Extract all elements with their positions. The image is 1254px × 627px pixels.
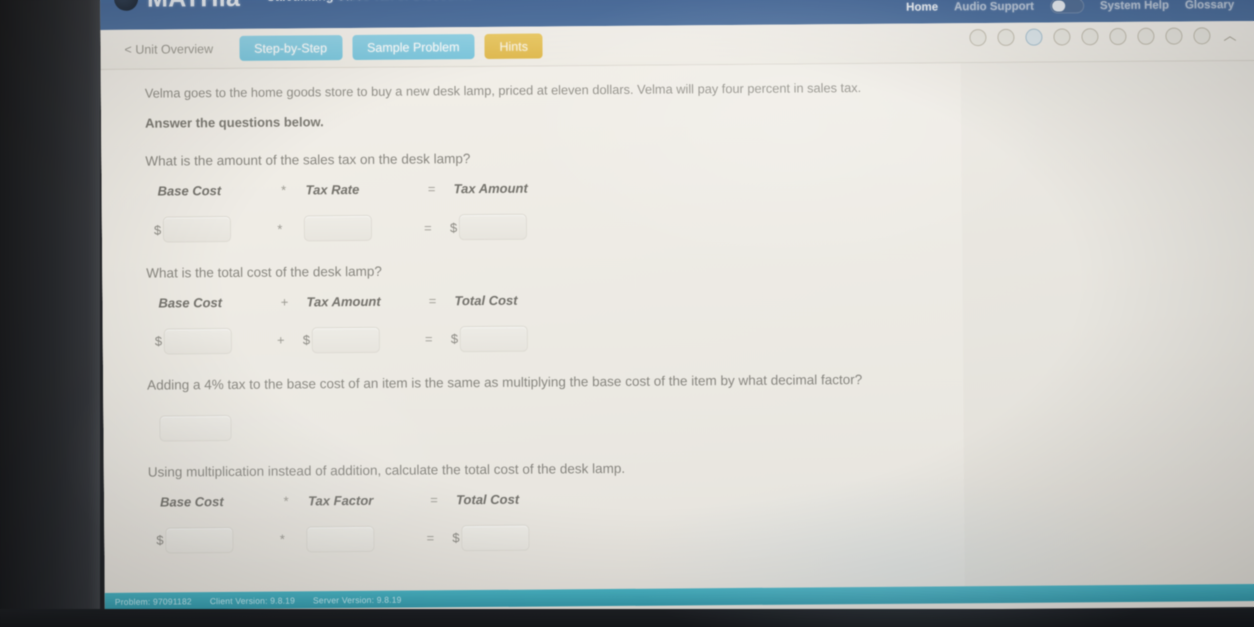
input-tax-amount[interactable] (311, 326, 381, 354)
input-decimal-factor[interactable] (159, 414, 232, 442)
dollar-sign: $ (450, 331, 459, 347)
answer-instruction: Answer the questions below. (145, 114, 324, 131)
question-3-text: Adding a 4% tax to the base cost of an i… (147, 371, 863, 393)
chevron-up-icon[interactable]: ︿ (1223, 28, 1236, 43)
equals-symbol: = (428, 293, 437, 309)
unit-overview-link[interactable]: < Unit Overview (108, 41, 229, 57)
tab-hints[interactable]: Hints (484, 33, 544, 59)
brand: MATHia (100, 0, 240, 13)
top-nav: Home Audio Support System Help Glossary (906, 0, 1234, 15)
question-1-text: What is the amount of the sales tax on t… (145, 151, 471, 169)
tab-sample-problem[interactable]: Sample Problem (351, 34, 475, 61)
input-slot: $ (450, 325, 561, 353)
input-tax-factor[interactable] (306, 525, 375, 553)
header-total-cost: Total Cost (456, 491, 520, 507)
dollar-sign: $ (449, 219, 458, 235)
glare-sparkle-icon: ✦ (700, 0, 713, 3)
question-4-inputs: $ * = $ (148, 521, 964, 554)
toggle-knob (1051, 0, 1065, 12)
dollar-sign: $ (302, 332, 311, 348)
problem-panel: Velma goes to the home goods store to bu… (100, 63, 965, 610)
operator-symbol: * (277, 221, 283, 237)
operator-symbol: + (280, 294, 289, 310)
workspace: Velma goes to the home goods store to bu… (100, 60, 1254, 610)
progress-dot[interactable] (1053, 28, 1071, 46)
header-tax-factor: Tax Factor (308, 492, 374, 509)
input-slot: $ (156, 526, 260, 554)
progress-dot[interactable] (997, 28, 1015, 46)
operator-symbol: * (283, 493, 289, 509)
header-tax-amount: Tax Amount (453, 180, 528, 197)
dollar-sign: $ (153, 222, 162, 238)
question-1-headers: Base Cost * Tax Rate = Tax Amount (146, 177, 962, 199)
input-total-cost[interactable] (461, 524, 530, 551)
unit-title: Calculating Sales Tax or Discounts (266, 0, 474, 4)
nav-system-help[interactable]: System Help (1100, 0, 1169, 12)
question-4-headers: Base Cost * Tax Factor = Total Cost (148, 488, 964, 509)
header-base-cost: Base Cost (157, 183, 222, 199)
device-bezel-bottom (0, 609, 1254, 627)
operator-symbol: * (281, 182, 287, 198)
question-1-inputs: $ * = $ (146, 210, 962, 243)
equals-symbol: = (430, 492, 438, 508)
progress-dots: ︿ (969, 27, 1236, 47)
question-2-headers: Base Cost + Tax Amount = Total Cost (146, 289, 962, 311)
brand-name: MATHia (147, 0, 240, 13)
nav-home[interactable]: Home (906, 1, 938, 13)
equals-symbol: = (424, 219, 432, 236)
input-total-cost[interactable] (459, 325, 529, 353)
input-base-cost[interactable] (163, 327, 233, 355)
device-bezel-left (0, 0, 100, 627)
tab-step-by-step[interactable]: Step-by-Step (238, 35, 343, 61)
progress-dot[interactable] (1165, 27, 1183, 45)
input-slot: $ (154, 216, 258, 243)
progress-dot-active[interactable] (1025, 28, 1043, 46)
input-tax-rate[interactable] (303, 214, 373, 242)
progress-dot[interactable] (1137, 27, 1155, 45)
dollar-sign: $ (154, 333, 163, 350)
equals-symbol: = (424, 331, 433, 347)
input-slot: $ (452, 524, 562, 551)
operator-symbol: + (276, 333, 285, 349)
logo-icon (114, 0, 139, 11)
equals-symbol: = (426, 530, 435, 546)
header-total-cost: Total Cost (454, 292, 518, 309)
input-base-cost[interactable] (163, 216, 232, 243)
question-4-text: Using multiplication instead of addition… (147, 460, 626, 480)
problem-statement: Velma goes to the home goods store to bu… (145, 77, 945, 102)
progress-dot[interactable] (969, 29, 987, 47)
tab-group: Step-by-Step Sample Problem Hints (238, 33, 544, 61)
photo-of-screen: MATHia Calculating Sales Tax or Discount… (0, 0, 1254, 627)
input-slot (304, 525, 408, 553)
status-client-version: Client Version: 9.8.19 (209, 594, 296, 606)
operator-symbol: * (279, 531, 285, 547)
input-slot: $ (302, 326, 407, 354)
progress-dot[interactable] (1109, 27, 1127, 46)
input-tax-amount[interactable] (459, 213, 528, 241)
input-slot: $ (154, 327, 259, 355)
input-slot (302, 214, 406, 242)
status-problem-id: Problem: 97091182 (114, 595, 192, 607)
progress-dot[interactable] (1081, 28, 1099, 46)
input-base-cost[interactable] (165, 526, 234, 554)
progress-dot[interactable] (1193, 27, 1211, 45)
header-tax-amount: Tax Amount (306, 293, 381, 310)
question-3-inputs (147, 409, 963, 442)
equals-symbol: = (427, 181, 436, 197)
screen-content: MATHia Calculating Sales Tax or Discount… (100, 0, 1254, 616)
nav-audio-support[interactable]: Audio Support (954, 0, 1034, 13)
audio-support-toggle[interactable] (1049, 0, 1084, 14)
dollar-sign: $ (156, 532, 164, 548)
question-2-text: What is the total cost of the desk lamp? (146, 263, 382, 281)
status-server-version: Server Version: 9.8.19 (312, 594, 402, 605)
problem-statement-text: Velma goes to the home goods store to bu… (144, 80, 862, 101)
header-base-cost: Base Cost (160, 493, 224, 510)
header-tax-rate: Tax Rate (305, 182, 360, 198)
header-base-cost: Base Cost (158, 295, 223, 311)
nav-glossary[interactable]: Glossary (1185, 0, 1234, 11)
input-slot: $ (449, 213, 560, 241)
dollar-sign: $ (452, 530, 460, 546)
question-2-inputs: $ + $ = $ (147, 322, 963, 355)
